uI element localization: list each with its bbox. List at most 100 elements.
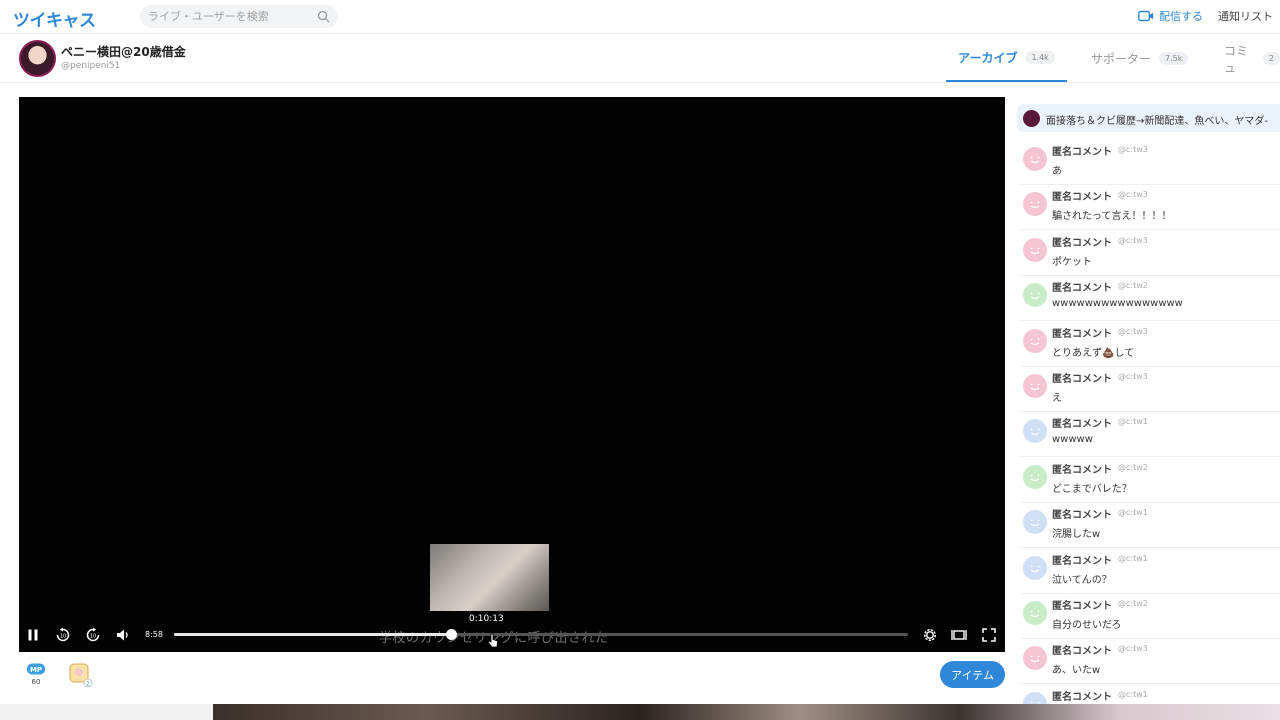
bottom-panel (0, 704, 213, 720)
seek-bar-handle[interactable] (446, 629, 458, 640)
comment-item: 匿名コメント @c:tw3 え (1021, 367, 1280, 412)
comment-author[interactable]: 匿名コメント (1052, 325, 1112, 340)
anonymous-face-icon (1023, 691, 1047, 704)
comment-text: あ、いたw (1052, 665, 1101, 677)
comment-author[interactable]: 匿名コメント (1052, 234, 1112, 249)
pinned-avatar (1023, 110, 1040, 127)
seek-preview-thumbnail (430, 544, 549, 611)
comment-text: 騙されたって言え！！！！ (1052, 211, 1172, 223)
comment-handle: @c:tw3 (1118, 644, 1148, 654)
anonymous-face-icon (1023, 147, 1047, 171)
site-logo[interactable]: ツイキャス (13, 6, 96, 31)
video-player[interactable]: 0:10:13 学校のカウンセリングに呼び出された 10 10 8:58 (19, 97, 1005, 652)
pinned-text: 面接落ち＆クビ履歴→新聞配達、魚べい、ヤマダ- (1046, 116, 1268, 127)
tab-supporters-count: 7.5k (1159, 52, 1189, 65)
anonymous-face-icon (1023, 374, 1047, 398)
tab-supporters[interactable]: サポーター 7.5k (1091, 35, 1189, 82)
comment-author[interactable]: 匿名コメント (1052, 597, 1112, 612)
comment-item: 匿名コメント @c:tw3 ポケット (1021, 231, 1280, 276)
comment-handle: @c:tw1 (1118, 553, 1148, 563)
comment-handle: @c:tw3 (1118, 145, 1148, 154)
pinned-message[interactable]: 面接落ち＆クビ履歴→新聞配達、魚べい、ヤマダ- (1017, 104, 1280, 132)
anonymous-face-icon (1023, 601, 1047, 625)
mp-icon[interactable]: MP 60 (26, 663, 46, 687)
rewind-icon[interactable]: 10 (55, 627, 71, 643)
comment-handle: @c:tw1 (1118, 508, 1148, 518)
comment-item: 匿名コメント @c:tw1 泣いてんの？ (1021, 549, 1280, 594)
notify-list-link[interactable]: 通知リスト (1218, 8, 1273, 24)
comment-item: 匿名コメント @c:tw1 (1021, 685, 1280, 704)
comment-item: 匿名コメント @c:tw3 とりあえず💩して (1021, 322, 1280, 367)
comment-text: 自分のせいだろ (1052, 620, 1122, 631)
comment-text: ポケット (1052, 256, 1092, 268)
comment-author[interactable]: 匿名コメント (1052, 279, 1112, 294)
anonymous-face-icon (1023, 419, 1047, 444)
anonymous-face-icon (1023, 328, 1047, 353)
channel-header: ペニー横田@20歳借金 @penipeni51 アーカイブ 1.4k サポーター… (0, 35, 1280, 83)
anonymous-face-icon (1023, 464, 1047, 489)
comment-handle: @c:tw3 (1118, 326, 1148, 336)
comment-handle: @c:tw3 (1118, 190, 1148, 200)
forward-icon[interactable]: 10 (85, 627, 101, 643)
tab-community-label: コミュ (1224, 43, 1249, 75)
svg-text:10: 10 (90, 634, 96, 640)
item-button[interactable]: アイテム (940, 661, 1005, 688)
anonymous-face-icon (1023, 283, 1047, 308)
comment-handle: @c:tw3 (1118, 372, 1148, 381)
comment-text: え (1052, 393, 1062, 404)
comment-author[interactable]: 匿名コメント (1052, 461, 1112, 476)
settings-icon[interactable] (922, 627, 938, 643)
channel-name[interactable]: ペニー横田@20歳借金 (61, 43, 186, 60)
fullscreen-icon[interactable] (981, 627, 997, 643)
comment-item: 匿名コメント @c:tw1 wwwww (1021, 412, 1280, 458)
top-header: ツイキャス 配信する 通知リスト (0, 0, 1280, 34)
comment-text: wwwwwwwwwwwwwwww (1052, 298, 1183, 310)
anonymous-face-icon (1023, 510, 1047, 535)
seek-bar[interactable] (174, 629, 908, 640)
current-time: 8:58 (145, 630, 163, 639)
player-controls: 10 10 8:58 (19, 623, 1005, 647)
mp-value: 60 (32, 678, 41, 686)
tab-archive-count: 1.4k (1025, 51, 1055, 64)
comment-author[interactable]: 匿名コメント (1052, 143, 1112, 158)
volume-icon[interactable] (115, 627, 131, 643)
mouse-pointer-icon (488, 633, 498, 648)
comment-item: 匿名コメント @c:tw2 wwwwwwwwwwwwwwww (1021, 276, 1280, 322)
gift-icon[interactable]: 2 (67, 660, 93, 688)
pause-icon[interactable] (25, 627, 41, 643)
comment-text: どこまでバレた？ (1052, 483, 1132, 495)
comment-text: 泣いてんの？ (1052, 574, 1112, 586)
mp-label: MP (30, 666, 42, 674)
comment-text: とりあえず💩して (1052, 347, 1135, 359)
broadcast-button[interactable]: 配信する (1138, 8, 1203, 24)
comment-author[interactable]: 匿名コメント (1052, 188, 1112, 203)
channel-handle: @penipeni51 (61, 61, 121, 71)
search-input[interactable] (148, 9, 313, 24)
avatar[interactable] (19, 40, 56, 77)
anonymous-face-icon (1023, 192, 1047, 217)
tab-community[interactable]: コミュ 2 (1224, 35, 1280, 82)
comment-author[interactable]: 匿名コメント (1052, 506, 1112, 521)
comment-item: 匿名コメント @c:tw1 浣腸したw (1021, 503, 1280, 549)
comment-author[interactable]: 匿名コメント (1052, 370, 1112, 385)
anonymous-face-icon (1023, 237, 1047, 262)
comment-handle: @c:tw1 (1118, 689, 1148, 699)
comment-item: 匿名コメント @c:tw2 自分のせいだろ (1021, 594, 1280, 639)
search-icon[interactable] (317, 10, 330, 23)
tab-archive[interactable]: アーカイブ 1.4k (946, 35, 1067, 82)
seek-bar-progress (174, 633, 452, 636)
background-video-strip (213, 704, 1280, 720)
comment-text: あ (1052, 166, 1062, 177)
comment-handle: @c:tw2 (1118, 281, 1148, 291)
search-box[interactable] (140, 5, 338, 28)
anonymous-face-icon (1023, 555, 1047, 580)
comment-author[interactable]: 匿名コメント (1052, 552, 1112, 567)
comment-handle: @c:tw1 (1118, 417, 1148, 427)
comment-author[interactable]: 匿名コメント (1052, 642, 1112, 657)
theater-mode-icon[interactable] (951, 627, 967, 643)
comment-author[interactable]: 匿名コメント (1052, 688, 1112, 703)
comment-panel[interactable]: 面接落ち＆クビ履歴→新聞配達、魚べい、ヤマダ- 匿名コメント @c:tw3 あ匿名コ… (1017, 104, 1280, 704)
svg-text:10: 10 (60, 634, 66, 640)
comment-item: 匿名コメント @c:tw3 あ、いたw (1021, 639, 1280, 685)
comment-author[interactable]: 匿名コメント (1052, 415, 1112, 430)
